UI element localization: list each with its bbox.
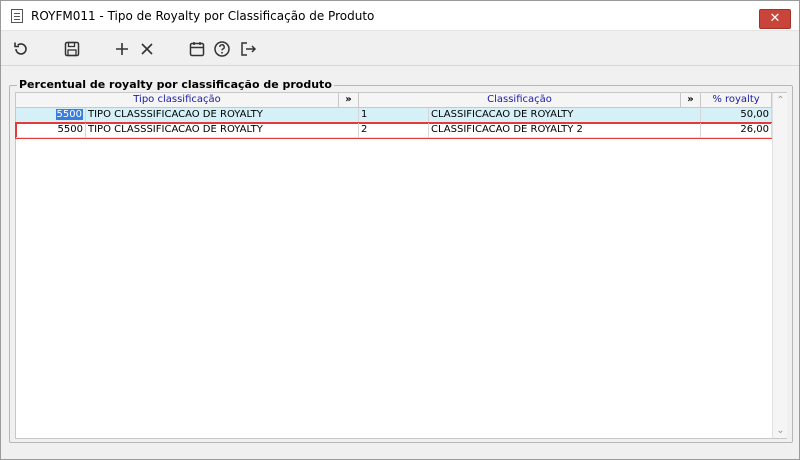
cell-royalty[interactable]: 26,00: [701, 123, 772, 138]
header-tipo-classificacao[interactable]: Tipo classificação: [16, 93, 339, 108]
vertical-scrollbar[interactable]: ⌃ ⌄: [772, 93, 787, 438]
scroll-up-icon[interactable]: ⌃: [773, 93, 788, 108]
cell-cod-classificacao[interactable]: 2: [359, 123, 429, 138]
cell-codigo-value: 5500: [55, 109, 83, 120]
main-window: ROYFM011 - Tipo de Royalty por Classific…: [0, 0, 800, 460]
title-bar: ROYFM011 - Tipo de Royalty por Classific…: [1, 1, 799, 31]
close-button[interactable]: ✕: [759, 9, 791, 29]
cell-codigo[interactable]: 5500: [16, 123, 86, 138]
add-icon[interactable]: [112, 39, 132, 59]
window-title: ROYFM011 - Tipo de Royalty por Classific…: [31, 9, 375, 23]
cell-royalty[interactable]: 50,00: [701, 108, 772, 123]
cell-classificacao[interactable]: CLASSIFICACAO DE ROYALTY 2: [429, 123, 701, 138]
header-percent-royalty[interactable]: % royalty: [701, 93, 772, 108]
help-icon[interactable]: [212, 39, 232, 59]
table-row[interactable]: 5500 TIPO CLASSSIFICACAO DE ROYALTY 2 CL…: [15, 122, 775, 139]
refresh-icon[interactable]: [11, 39, 31, 59]
exit-icon[interactable]: [238, 39, 258, 59]
calendar-icon[interactable]: [187, 39, 207, 59]
cell-tipo[interactable]: TIPO CLASSSIFICACAO DE ROYALTY: [86, 123, 359, 138]
document-icon: [11, 9, 23, 23]
cell-classificacao[interactable]: CLASSIFICACAO DE ROYALTY: [429, 108, 701, 123]
cell-tipo[interactable]: TIPO CLASSSIFICACAO DE ROYALTY: [86, 108, 359, 123]
cell-cod-classificacao[interactable]: 1: [359, 108, 429, 123]
header-expand-tipo-button[interactable]: »: [339, 93, 359, 108]
delete-icon[interactable]: [137, 39, 157, 59]
group-title: Percentual de royalty por classificação …: [17, 78, 334, 91]
save-icon[interactable]: [62, 39, 82, 59]
cell-codigo[interactable]: 5500: [16, 108, 86, 123]
toolbar: [1, 32, 799, 66]
scroll-down-icon[interactable]: ⌄: [773, 423, 788, 438]
header-expand-classificacao-button[interactable]: »: [681, 93, 701, 108]
header-classificacao[interactable]: Classificação: [359, 93, 681, 108]
table-row[interactable]: 5500 TIPO CLASSSIFICACAO DE ROYALTY 1 CL…: [16, 108, 774, 123]
royalty-grid[interactable]: Tipo classificação » Classificação » % r…: [15, 92, 787, 439]
